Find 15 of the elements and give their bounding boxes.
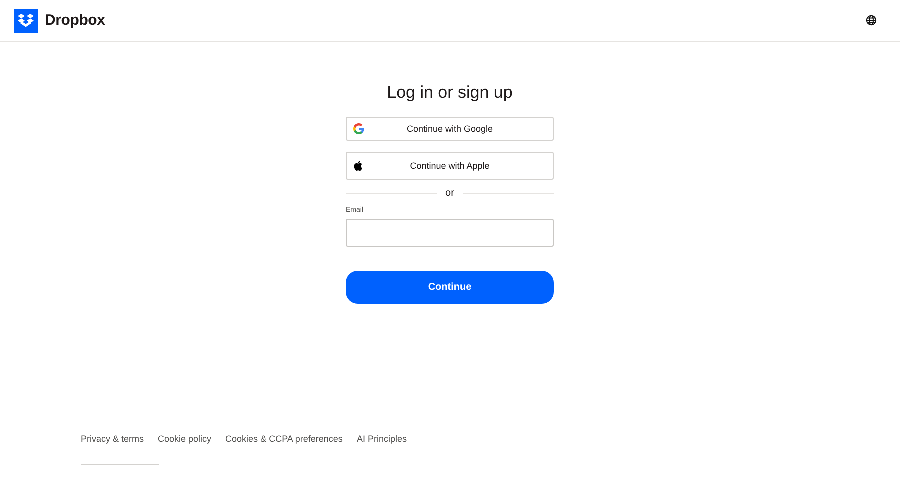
sign-in-button[interactable]: Continue with Google (346, 117, 554, 141)
page-title: Log in or sign up (386, 83, 514, 103)
google-g-icon (353, 123, 365, 135)
footer-link[interactable]: Cookie policy (158, 434, 212, 444)
footer-link[interactable]: Privacy & terms (81, 434, 144, 444)
apple-icon (353, 160, 365, 172)
logo-icon (14, 8, 38, 32)
footer-link[interactable]: AI Principles (356, 434, 407, 444)
brand-name: Dropbox (45, 12, 106, 29)
sign-in-button[interactable]: Continue with Apple (346, 152, 554, 180)
email-field[interactable] (346, 219, 554, 247)
continue-button[interactable]: Continue (346, 271, 554, 304)
globe-icon[interactable] (866, 15, 877, 26)
or-divider-text: or (446, 188, 454, 199)
footer-link[interactable]: Cookies & CCPA preferences (226, 434, 343, 444)
